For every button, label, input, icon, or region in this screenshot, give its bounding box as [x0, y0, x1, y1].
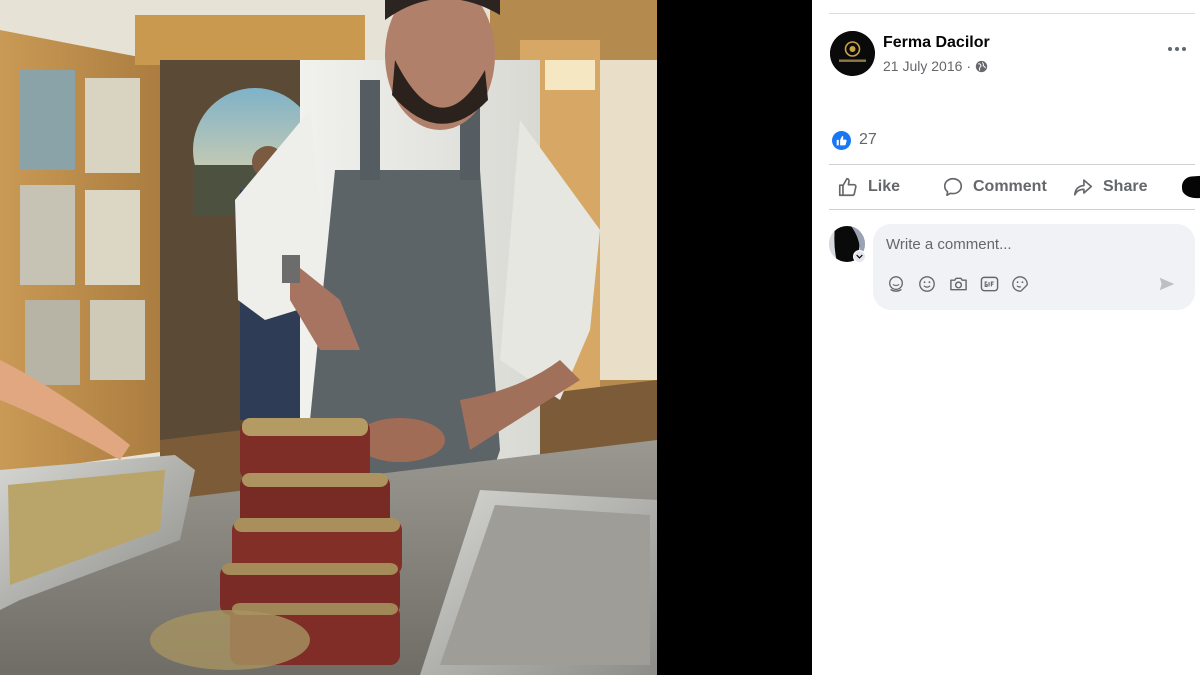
share-arrow-icon	[1073, 179, 1093, 196]
reaction-summary[interactable]: 27	[832, 129, 877, 151]
share-button[interactable]: Share	[1072, 166, 1147, 208]
comment-label: Comment	[973, 178, 1047, 195]
globe-icon[interactable]	[975, 60, 988, 73]
camera-icon[interactable]	[948, 274, 968, 294]
reaction-count: 27	[859, 131, 877, 148]
post-details-panel: Ferma Dacilor 21 July 2016 · 27 Like Com…	[812, 0, 1200, 675]
comment-input[interactable]: Write a comment...	[873, 224, 1195, 310]
reaction-profile-selector[interactable]	[1181, 166, 1200, 208]
meta-separator: ·	[966, 58, 972, 74]
like-button[interactable]: Like	[837, 166, 900, 208]
more-options-icon[interactable]	[1163, 39, 1191, 59]
post-date-link[interactable]: 21 July 2016	[883, 58, 962, 74]
emoji-icon[interactable]	[917, 274, 937, 294]
comment-tools	[886, 274, 1030, 294]
page-name-link[interactable]: Ferma Dacilor	[883, 34, 990, 52]
page-avatar[interactable]	[830, 31, 875, 76]
post-meta: 21 July 2016 ·	[883, 58, 988, 74]
send-icon[interactable]	[1158, 275, 1178, 295]
post-actions: Like Comment Share	[829, 166, 1200, 208]
like-reaction-icon	[832, 130, 851, 150]
comment-composer: Write a comment...	[829, 224, 1195, 314]
avatar-sticker-icon[interactable]	[886, 274, 906, 294]
photo-scene	[0, 0, 657, 675]
sticker-icon[interactable]	[1010, 274, 1030, 294]
post-header: Ferma Dacilor 21 July 2016 ·	[830, 31, 1196, 79]
gif-icon[interactable]	[979, 274, 999, 294]
like-label: Like	[868, 178, 901, 195]
media-viewer	[0, 0, 812, 675]
chevron-down-icon[interactable]	[853, 250, 866, 263]
thumbs-up-icon	[838, 177, 857, 197]
comment-button[interactable]: Comment	[942, 166, 1047, 208]
post-photo[interactable]	[0, 0, 657, 675]
share-label: Share	[1103, 178, 1148, 195]
redacted-avatar	[1181, 174, 1200, 200]
comment-placeholder: Write a comment...	[886, 236, 1012, 253]
comment-bubble-icon	[943, 177, 963, 197]
actions-bottom-divider	[829, 209, 1195, 210]
top-divider	[829, 13, 1195, 14]
actions-top-divider	[829, 164, 1195, 165]
page-logo-icon	[830, 31, 875, 76]
